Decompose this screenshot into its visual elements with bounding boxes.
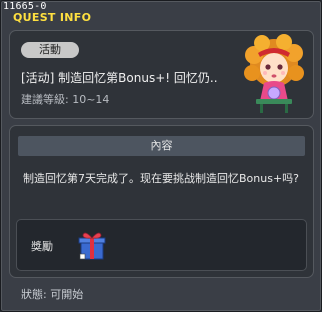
content-header: 內容	[18, 136, 305, 156]
window-title: QUEST INFO	[13, 11, 92, 24]
quest-summary-panel: 活動 [活动] 制造回忆第Bonus+! 回忆仍.. 建議等級: 10~14	[9, 30, 314, 119]
quest-info-window: 11665-0 QUEST INFO 活動 [活动] 制造回忆第Bonus+! …	[0, 0, 322, 312]
quest-status: 狀態: 可開始	[21, 288, 84, 301]
recommended-level: 建議等級: 10~14	[21, 93, 110, 106]
content-text: 制造回忆第7天完成了。现在要挑战制造回忆Bonus+吗?	[23, 172, 300, 185]
quest-title: [活动] 制造回忆第Bonus+! 回忆仍..	[21, 71, 218, 85]
gift-box-icon[interactable]	[77, 229, 107, 261]
quest-content-panel: 內容 制造回忆第7天完成了。现在要挑战制造回忆Bonus+吗? 獎勵	[9, 125, 314, 278]
quest-type-badge: 活動	[21, 42, 79, 58]
npc-portrait	[244, 34, 304, 113]
reward-label: 獎勵	[31, 240, 53, 253]
reward-box: 獎勵	[16, 219, 307, 271]
